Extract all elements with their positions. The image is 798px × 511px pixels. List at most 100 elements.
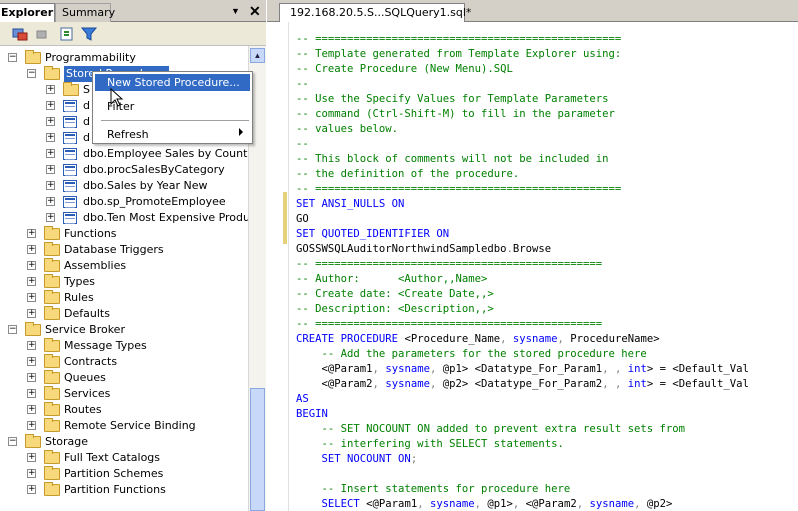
explorer-tab-strip: Explorer Summary ▼ ✕ <box>0 0 266 22</box>
stored-procedure-icon <box>63 116 77 128</box>
expand-icon[interactable]: + <box>27 421 36 430</box>
filter-icon[interactable] <box>80 26 98 42</box>
expand-icon[interactable]: + <box>27 245 36 254</box>
sql-code-area[interactable]: -- =====================================… <box>296 22 798 511</box>
expand-icon[interactable]: + <box>27 485 36 494</box>
expand-icon[interactable]: + <box>46 149 55 158</box>
code-token: -- Create Procedure (New Menu).SQL <box>296 63 513 75</box>
tree-item[interactable]: + Defaults <box>0 306 248 322</box>
disconnect-icon[interactable] <box>34 26 50 42</box>
code-token: -- Insert statements for procedure here <box>321 483 571 495</box>
tree-item[interactable]: + Assemblies <box>0 258 248 274</box>
expand-icon[interactable]: + <box>46 85 55 94</box>
tree-item-label: Programmability <box>45 51 136 64</box>
tree-item[interactable]: + Types <box>0 274 248 290</box>
code-line: -- interfering with SELECT statements. <box>296 437 564 452</box>
tree-item[interactable]: − Storage <box>0 434 248 450</box>
collapse-icon[interactable]: − <box>8 53 17 62</box>
code-line: -- Add the parameters for the stored pro… <box>296 347 647 362</box>
expand-icon[interactable]: + <box>46 197 55 206</box>
expand-icon[interactable]: + <box>27 341 36 350</box>
expand-icon[interactable]: + <box>27 389 36 398</box>
expand-icon[interactable]: + <box>27 357 36 366</box>
refresh-icon[interactable] <box>59 26 75 42</box>
tree-item-label: d <box>83 99 90 112</box>
code-token: @p2> <box>646 498 673 510</box>
tree-item-label: Routes <box>64 403 102 416</box>
tree-item[interactable]: + dbo.Sales by Year New <box>0 178 248 194</box>
tree-item-label: Message Types <box>64 339 147 352</box>
tree-item[interactable]: + Full Text Catalogs <box>0 450 248 466</box>
collapse-icon[interactable]: − <box>8 325 17 334</box>
expand-icon[interactable]: + <box>46 165 55 174</box>
tree-item[interactable]: + dbo.procSalesByCategory <box>0 162 248 178</box>
tree-item[interactable]: + dbo.sp_PromoteEmployee <box>0 194 248 210</box>
code-token: SELECT <box>321 498 367 510</box>
scroll-up-button[interactable]: ▲ <box>250 48 265 63</box>
tree-item-label: Full Text Catalogs <box>64 451 161 464</box>
tree-item[interactable]: + Functions <box>0 226 248 242</box>
folder-icon <box>44 402 60 416</box>
expand-icon[interactable]: + <box>27 277 36 286</box>
expand-icon[interactable]: + <box>46 213 55 222</box>
tab-summary[interactable]: Summary <box>55 3 115 22</box>
folder-icon <box>25 322 41 336</box>
code-line: SET QUOTED_IDENTIFIER ON <box>296 227 449 242</box>
tree-item[interactable]: − Programmability <box>0 50 248 66</box>
tree-item[interactable]: + Partition Functions <box>0 482 248 498</box>
code-token: > = <Default_Val <box>646 363 749 375</box>
code-token: , , <box>602 363 628 375</box>
expand-icon[interactable]: + <box>27 405 36 414</box>
folder-icon <box>44 482 60 496</box>
expand-icon[interactable]: + <box>46 101 55 110</box>
tree-item[interactable]: + Database Triggers <box>0 242 248 258</box>
expand-icon[interactable]: + <box>27 293 36 302</box>
tree-item-label: Services <box>64 387 111 400</box>
code-line: -- the definition of the procedure. <box>296 167 519 182</box>
collapse-icon[interactable]: − <box>27 69 36 78</box>
tab-explorer[interactable]: Explorer <box>0 3 55 22</box>
expand-icon[interactable]: + <box>27 453 36 462</box>
code-line: SET ANSI_NULLS ON <box>296 197 404 212</box>
expand-icon[interactable]: + <box>46 133 55 142</box>
collapse-icon[interactable]: − <box>8 437 17 446</box>
connect-icon[interactable] <box>12 26 28 42</box>
pin-dropdown-icon[interactable]: ▼ <box>231 5 241 17</box>
menu-item-refresh[interactable]: Refresh <box>95 126 250 143</box>
tree-item[interactable]: + Message Types <box>0 338 248 354</box>
scrollbar-thumb[interactable] <box>250 388 265 511</box>
expand-icon[interactable]: + <box>27 373 36 382</box>
code-token: sysname <box>589 498 635 510</box>
change-marker <box>283 192 287 244</box>
tree-item[interactable]: + Queues <box>0 370 248 386</box>
expand-icon[interactable]: + <box>27 229 36 238</box>
close-icon[interactable]: ✕ <box>249 3 263 19</box>
tree-item[interactable]: − Service Broker <box>0 322 248 338</box>
code-token: sysname <box>429 498 475 510</box>
tree-item[interactable]: + Routes <box>0 402 248 418</box>
tree-item[interactable]: + dbo.Employee Sales by Country <box>0 146 248 162</box>
expand-icon[interactable]: + <box>46 117 55 126</box>
code-token: ; <box>410 453 418 465</box>
tree-item[interactable]: + dbo.Ten Most Expensive Products <box>0 210 248 226</box>
code-token: sysname <box>512 333 558 345</box>
tree-item[interactable]: + Contracts <box>0 354 248 370</box>
tree-item[interactable]: + Rules <box>0 290 248 306</box>
tree-item[interactable]: + Services <box>0 386 248 402</box>
expand-icon[interactable]: + <box>27 261 36 270</box>
code-token: -- =====================================… <box>296 33 622 45</box>
expand-icon[interactable]: + <box>46 181 55 190</box>
tree-item-label: Queues <box>64 371 106 384</box>
code-line: -- =====================================… <box>296 182 621 197</box>
code-line: -- Insert statements for procedure here <box>296 482 571 497</box>
code-token: SET NOCOUNT ON <box>321 453 411 465</box>
expand-icon[interactable]: + <box>27 469 36 478</box>
tab-query-file[interactable]: 192.168.20.5.S...SQLQuery1.sql* <box>279 3 471 22</box>
folder-icon <box>44 450 60 464</box>
tree-item[interactable]: + Remote Service Binding <box>0 418 248 434</box>
tree-item[interactable]: + Partition Schemes <box>0 466 248 482</box>
code-line: -- <box>296 137 309 152</box>
expand-icon[interactable]: + <box>27 309 36 318</box>
